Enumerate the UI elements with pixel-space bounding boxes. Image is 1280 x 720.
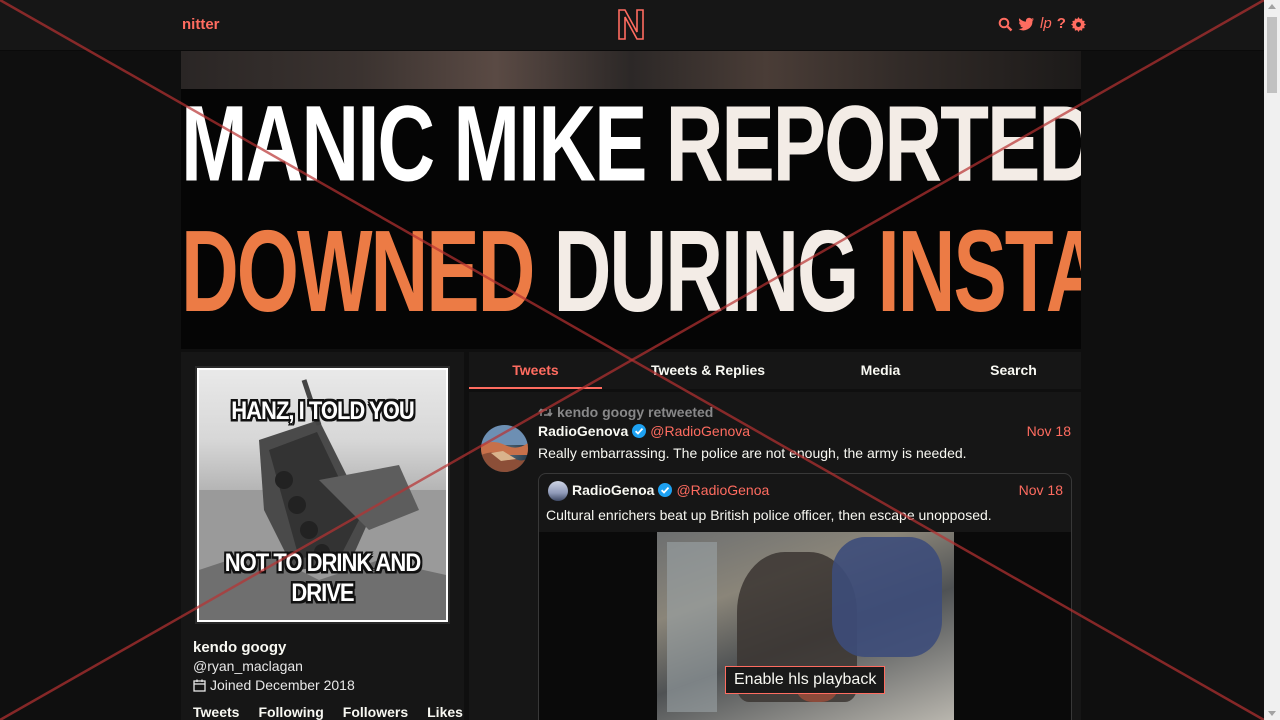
stat-tweets[interactable]: Tweets — [193, 704, 239, 720]
quote-text: Cultural enrichers beat up British polic… — [546, 507, 992, 523]
verified-icon — [658, 483, 673, 497]
profile-fullname[interactable]: kendo googy — [193, 639, 286, 656]
nitter-logo-icon[interactable] — [617, 8, 645, 41]
profile-username[interactable]: @ryan_maclagan — [193, 658, 303, 674]
stat-following[interactable]: Following — [258, 704, 323, 720]
quote-media: Enable hls playback — [539, 532, 1071, 720]
avatar-meme-image: HANZ, I TOLD YOU NOT TO DRINK AND DRIVE — [199, 370, 446, 620]
stat-followers[interactable]: Followers — [343, 704, 408, 720]
tweet-header: RadioGenova @RadioGenova — [538, 423, 750, 439]
avatar-caption-bottom: NOT TO DRINK AND DRIVE — [224, 548, 421, 607]
profile-banner[interactable]: MANIC MIKE REPORTEDLY DOWNED DURING INST… — [181, 51, 1081, 349]
tab-media[interactable]: Media — [814, 352, 947, 389]
enable-hls-button[interactable]: Enable hls playback — [725, 666, 886, 694]
tweet-username[interactable]: @RadioGenova — [650, 423, 750, 439]
quote-username[interactable]: @RadioGenoa — [676, 482, 769, 498]
scroll-down-icon[interactable] — [1268, 711, 1276, 716]
retweet-icon — [538, 407, 553, 417]
timeline: kendo googy retweeted RadioGenova @Radio… — [469, 392, 1081, 720]
scroll-up-icon[interactable] — [1268, 4, 1276, 9]
lp-icon[interactable]: lp — [1040, 16, 1052, 32]
profile-joined: Joined December 2018 — [193, 677, 355, 693]
timeline-tabs: Tweets Tweets & Replies Media Search — [469, 352, 1081, 389]
quote-header: RadioGenoa @RadioGenoa — [572, 482, 769, 498]
quote-avatar[interactable] — [548, 481, 568, 501]
calendar-icon — [193, 679, 206, 692]
tab-search[interactable]: Search — [947, 352, 1080, 389]
quote-fullname[interactable]: RadioGenoa — [572, 482, 654, 498]
tweet-fullname[interactable]: RadioGenova — [538, 423, 628, 439]
gear-icon[interactable] — [1070, 16, 1086, 32]
retweet-header-text[interactable]: kendo googy retweeted — [557, 404, 713, 420]
retweet-header: kendo googy retweeted — [538, 404, 713, 420]
verified-icon — [632, 424, 647, 438]
nav-icons: lp ? — [998, 16, 1086, 32]
stat-likes[interactable]: Likes — [427, 704, 463, 720]
rss-icon[interactable] — [1018, 17, 1035, 32]
search-icon[interactable] — [998, 17, 1013, 32]
joined-date: Joined December 2018 — [210, 677, 355, 693]
tweet-date[interactable]: Nov 18 — [1027, 423, 1071, 439]
profile-avatar[interactable]: HANZ, I TOLD YOU NOT TO DRINK AND DRIVE — [195, 366, 450, 624]
banner-headline-line1: MANIC MIKE REPORTEDLY — [181, 83, 1081, 204]
tweet-text: Really embarrassing. The police are not … — [538, 445, 967, 461]
tab-tweets-replies[interactable]: Tweets & Replies — [602, 352, 814, 389]
scroll-thumb[interactable] — [1267, 17, 1277, 93]
profile-card: HANZ, I TOLD YOU NOT TO DRINK AND DRIVE … — [181, 352, 464, 720]
brand-link[interactable]: nitter — [182, 16, 220, 33]
profile-stats: Tweets Following Followers Likes — [193, 704, 463, 720]
banner-headline-line2: DOWNED DURING INSTAKILL — [181, 206, 1081, 336]
quoted-tweet[interactable]: RadioGenoa @RadioGenoa Nov 18 Cultural e… — [538, 473, 1072, 720]
tab-tweets[interactable]: Tweets — [469, 352, 602, 389]
help-icon[interactable]: ? — [1057, 16, 1066, 32]
avatar-caption-top: HANZ, I TOLD YOU — [231, 396, 414, 425]
page-scrollbar[interactable] — [1264, 0, 1280, 720]
tweet-avatar[interactable] — [481, 425, 528, 472]
quote-date[interactable]: Nov 18 — [1019, 482, 1063, 498]
navbar: nitter lp ? — [0, 0, 1264, 51]
